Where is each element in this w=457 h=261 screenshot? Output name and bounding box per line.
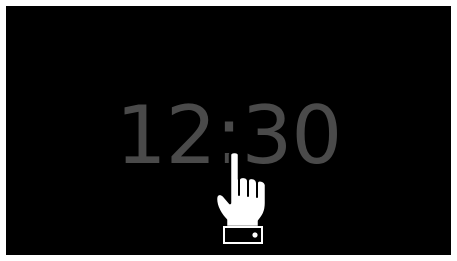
clock-screen: 12:30 [6, 6, 451, 255]
pointing-hand-cursor-icon [214, 150, 268, 244]
